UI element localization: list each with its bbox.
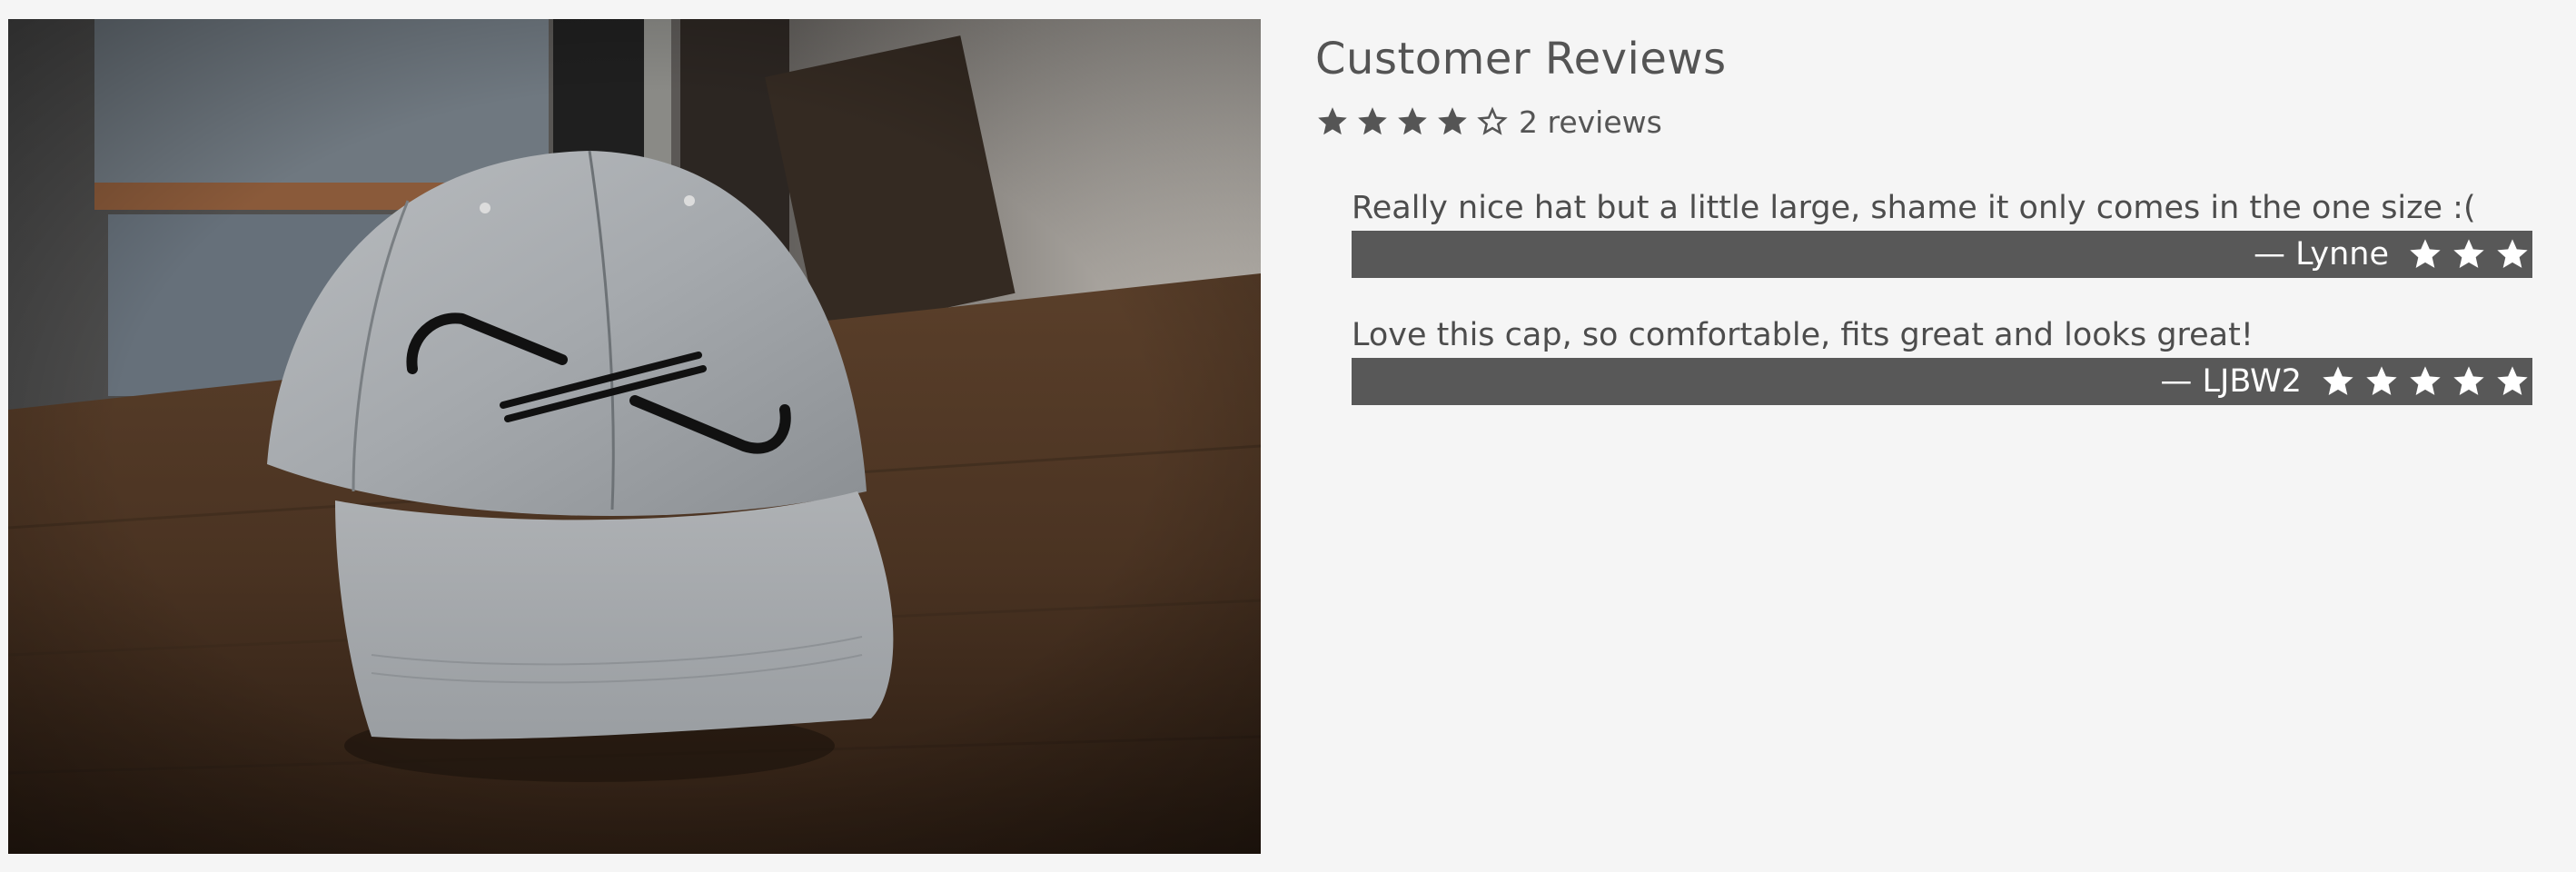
review-item: Really nice hat but a little large, sham… — [1352, 185, 2532, 278]
reviews-title: Customer Reviews — [1315, 34, 1727, 84]
top-border — [0, 0, 2576, 15]
review-footer: — LJBW2 — [1352, 358, 2532, 405]
review-footer: — Lynne — [1352, 231, 2532, 278]
review-text: Really nice hat but a little large, sham… — [1352, 190, 2476, 226]
star-filled-icon — [2494, 363, 2531, 400]
star-filled-icon — [2363, 363, 2400, 400]
star-filled-icon — [2451, 363, 2487, 400]
reviews-section: Customer Reviews 2 reviews Really nice h… — [1315, 27, 2532, 405]
star-filled-icon — [1395, 104, 1430, 139]
star-filled-icon — [2407, 236, 2443, 272]
reviews-count: 2 reviews — [1519, 104, 1662, 140]
review-author: — Lynne — [2253, 236, 2389, 272]
star-filled-icon — [2451, 236, 2487, 272]
star-filled-icon — [2494, 236, 2531, 272]
star-filled-icon — [2407, 363, 2443, 400]
star-filled-icon — [2320, 363, 2356, 400]
product-photo — [8, 19, 1261, 854]
review-item: Love this cap, so comfortable, fits grea… — [1352, 312, 2532, 405]
rating-summary: 2 reviews — [1315, 100, 2532, 144]
review-text: Love this cap, so comfortable, fits grea… — [1352, 317, 2254, 353]
star-empty-icon — [1475, 104, 1510, 139]
star-filled-icon — [1435, 104, 1470, 139]
star-filled-icon — [1355, 104, 1390, 139]
review-author: — LJBW2 — [2160, 363, 2302, 400]
star-filled-icon — [1315, 104, 1350, 139]
